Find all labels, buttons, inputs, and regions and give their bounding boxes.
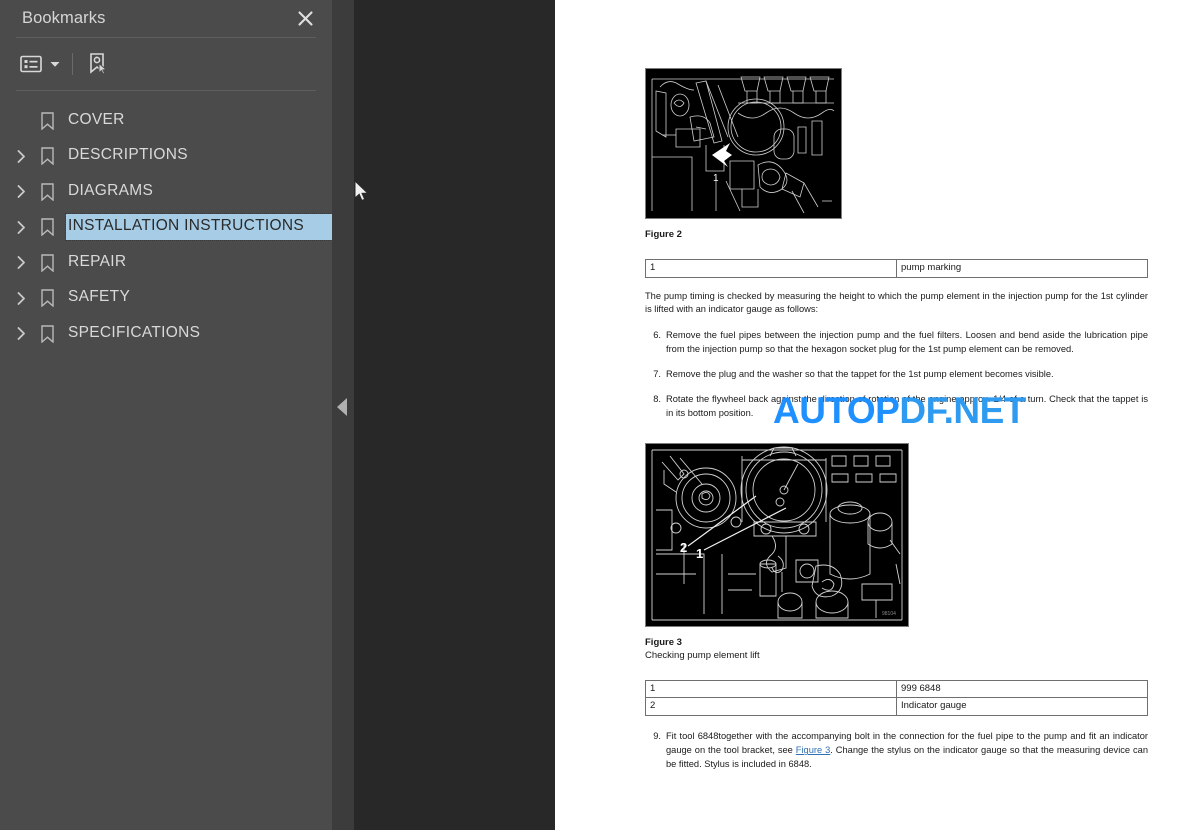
- step-text: Remove the plug and the washer so that t…: [666, 369, 1054, 380]
- list-options-icon[interactable]: [16, 52, 44, 76]
- figure-3-legend-table: 1 999 6848 2 Indicator gauge: [645, 679, 1148, 717]
- bookmark-item-label: COVER: [68, 110, 125, 128]
- bookmark-icon: [34, 143, 60, 169]
- bookmark-tree: COVER DESCRIPTIONS DIAGRAMS INSTALLATION…: [0, 91, 332, 830]
- bookmarks-toolbar: [0, 38, 332, 90]
- bookmark-icon: [34, 285, 60, 311]
- chevron-right-icon[interactable]: [8, 321, 34, 347]
- close-icon[interactable]: [292, 6, 318, 32]
- legend-value: pump marking: [896, 258, 1148, 278]
- bookmark-icon: [34, 321, 60, 347]
- legend-key: 1: [645, 679, 897, 699]
- bookmark-item-label: DIAGRAMS: [68, 181, 154, 199]
- new-bookmark-icon[interactable]: [81, 50, 115, 78]
- legend-value: Indicator gauge: [896, 697, 1148, 717]
- bookmark-item-label: INSTALLATION INSTRUCTIONS: [64, 213, 332, 242]
- step-number: 6.: [653, 330, 661, 341]
- toolbar-divider: [72, 53, 73, 75]
- step-list-upper: 6. Remove the fuel pipes between the inj…: [645, 329, 1148, 421]
- pdf-viewer-area[interactable]: 1 Figure 2 1 pump marking The pump timin…: [354, 0, 1200, 830]
- table-row: 2 Indicator gauge: [645, 697, 1148, 717]
- bookmark-icon: [34, 250, 60, 276]
- bookmark-item-repair[interactable]: REPAIR: [0, 245, 332, 281]
- bookmark-item-descriptions[interactable]: DESCRIPTIONS: [0, 139, 332, 175]
- list-item: 6. Remove the fuel pipes between the inj…: [645, 329, 1148, 357]
- svg-text:1: 1: [696, 546, 703, 561]
- step-text: Remove the fuel pipes between the inject…: [666, 330, 1148, 355]
- svg-text:1: 1: [713, 173, 719, 184]
- step-number: 9.: [653, 731, 661, 742]
- bookmark-item-label: DESCRIPTIONS: [68, 146, 188, 164]
- step-number: 8.: [653, 394, 661, 404]
- panel-splitter[interactable]: [332, 0, 354, 830]
- figure-3-caption: Figure 3: [645, 636, 682, 648]
- legend-value: 999 6848: [896, 679, 1148, 699]
- chevron-right-icon[interactable]: [8, 285, 34, 311]
- svg-text:2: 2: [680, 540, 687, 555]
- bookmark-item-diagrams[interactable]: DIAGRAMS: [0, 174, 332, 210]
- pdf-page: 1 Figure 2 1 pump marking The pump timin…: [555, 0, 1200, 830]
- bookmarks-panel: Bookmarks COVER DESCRIPTIONS DIAGRAMS IN…: [0, 0, 332, 830]
- bookmark-item-label: SPECIFICATIONS: [68, 323, 201, 341]
- pdf-page-content: 1 Figure 2 1 pump marking The pump timin…: [645, 68, 1148, 783]
- table-row: 1 999 6848: [645, 679, 1148, 699]
- figure-2-image: 1: [645, 68, 842, 219]
- list-item: 7. Remove the plug and the washer so tha…: [645, 368, 1148, 382]
- step-text: Rotate the flywheel back against the dir…: [666, 394, 1148, 418]
- table-row: 1 pump marking: [645, 258, 1148, 278]
- bookmark-icon: [34, 179, 60, 205]
- bookmarks-panel-header: Bookmarks: [0, 0, 332, 37]
- collapse-panel-triangle-icon[interactable]: [337, 398, 347, 416]
- pdf-reader-window: Bookmarks COVER DESCRIPTIONS DIAGRAMS IN…: [0, 0, 1200, 830]
- svg-text:98104: 98104: [882, 611, 896, 617]
- bookmark-item-cover[interactable]: COVER: [0, 103, 332, 139]
- bookmark-item-specifications[interactable]: SPECIFICATIONS: [0, 316, 332, 352]
- figure-2-caption: Figure 2: [645, 229, 682, 240]
- bookmark-icon: [34, 214, 60, 240]
- bookmark-item-safety[interactable]: SAFETY: [0, 281, 332, 317]
- chevron-down-icon[interactable]: [50, 61, 60, 68]
- bookmark-icon: [34, 108, 60, 134]
- figure-3-subcaption: Checking pump element lift: [645, 649, 760, 661]
- step-number: 7.: [653, 369, 661, 380]
- chevron-right-icon[interactable]: [8, 179, 34, 205]
- list-item: 8. Rotate the flywheel back against the …: [645, 393, 1148, 421]
- chevron-right-icon[interactable]: [8, 143, 34, 169]
- figure-3-link[interactable]: Figure 3: [796, 745, 830, 755]
- legend-key: 2: [645, 697, 897, 717]
- list-item: 9. Fit tool 6848together with the accompa…: [645, 730, 1148, 772]
- bookmark-item-label: SAFETY: [68, 288, 131, 306]
- chevron-right-icon[interactable]: [8, 214, 34, 240]
- intro-paragraph: The pump timing is checked by measuring …: [645, 290, 1148, 315]
- bookmark-item-installation-instructions[interactable]: INSTALLATION INSTRUCTIONS: [0, 210, 332, 246]
- chevron-right-icon[interactable]: [8, 250, 34, 276]
- legend-key: 1: [645, 258, 897, 278]
- figure-3-image: 2 1 98104: [645, 442, 909, 627]
- bookmark-item-label: REPAIR: [68, 252, 127, 270]
- step-list-lower: 9. Fit tool 6848together with the accompa…: [645, 730, 1148, 772]
- bookmarks-panel-title: Bookmarks: [22, 9, 106, 27]
- figure-2-legend-table: 1 pump marking: [645, 258, 1148, 278]
